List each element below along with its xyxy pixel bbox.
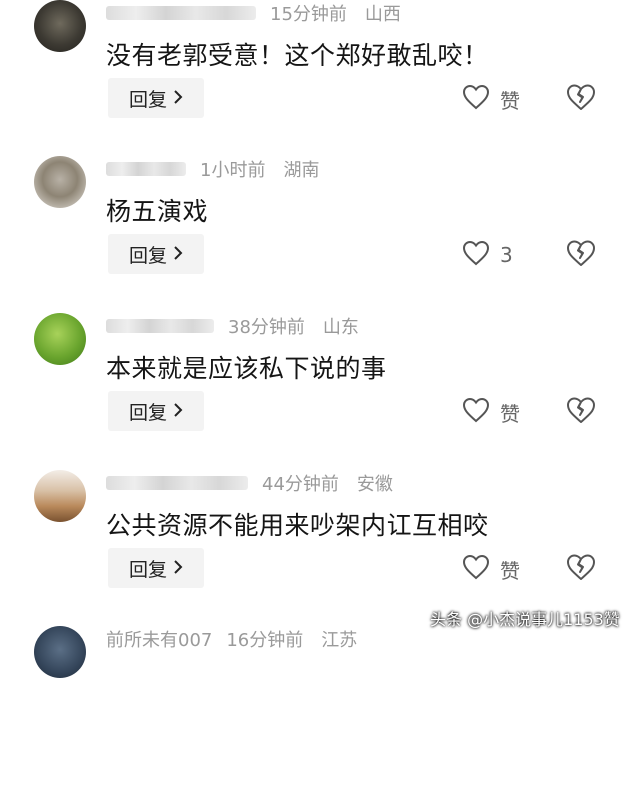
- comment-location: 山东: [322, 317, 359, 338]
- chevron-right-icon: [173, 559, 183, 578]
- username-blurred[interactable]: [106, 319, 214, 333]
- comment-item: 1小时前 湖南 杨五演戏 回复 3: [0, 156, 636, 326]
- like-label: 赞: [500, 88, 520, 113]
- avatar[interactable]: [34, 0, 86, 52]
- username-blurred[interactable]: [106, 476, 248, 490]
- comment-meta: 前所未有007 16分钟前 江苏: [106, 626, 357, 652]
- comment-time: 15分钟前: [270, 4, 347, 25]
- chevron-right-icon: [173, 245, 183, 264]
- broken-heart-icon[interactable]: [566, 553, 598, 585]
- avatar[interactable]: [34, 470, 86, 522]
- username-blurred[interactable]: [106, 162, 186, 176]
- reply-button[interactable]: 回复: [108, 78, 204, 118]
- avatar[interactable]: [34, 156, 86, 208]
- reply-button[interactable]: 回复: [108, 391, 204, 431]
- heart-icon: [462, 397, 490, 427]
- reply-button[interactable]: 回复: [108, 234, 204, 274]
- comment-text: 杨五演戏: [106, 197, 209, 226]
- comment-time: 44分钟前: [262, 474, 339, 495]
- comment-meta: 1小时前 湖南: [106, 156, 319, 182]
- comment-meta: 15分钟前 山西: [106, 0, 401, 26]
- comment-time: 16分钟前: [226, 630, 304, 651]
- like-button[interactable]: 赞: [462, 552, 520, 586]
- like-button[interactable]: 赞: [462, 395, 520, 429]
- comment-time: 38分钟前: [228, 317, 305, 338]
- reply-label: 回复: [128, 88, 167, 111]
- comment-text: 没有老郭受意！这个郑好敢乱咬！: [106, 41, 489, 70]
- comment-item: 前所未有007 16分钟前 江苏: [0, 626, 636, 796]
- reply-label: 回复: [128, 244, 167, 267]
- broken-heart-icon[interactable]: [566, 239, 598, 271]
- comment-username[interactable]: 前所未有007: [106, 626, 212, 652]
- comment-text: 本来就是应该私下说的事: [106, 354, 387, 383]
- heart-icon: [462, 240, 490, 270]
- comment-meta: 44分钟前 安徽: [106, 470, 393, 496]
- comment-location: 湖南: [283, 160, 320, 181]
- comment-meta: 38分钟前 山东: [106, 313, 359, 339]
- like-label: 赞: [500, 401, 520, 426]
- heart-icon: [462, 84, 490, 114]
- chevron-right-icon: [173, 89, 183, 108]
- chevron-right-icon: [173, 402, 183, 421]
- comment-location: 山西: [364, 4, 401, 25]
- username-blurred[interactable]: [106, 6, 256, 20]
- comment-time: 1小时前: [200, 160, 266, 181]
- reply-label: 回复: [128, 558, 167, 581]
- comment-location: 安徽: [356, 474, 393, 495]
- like-count: 3: [500, 243, 513, 267]
- like-label: 赞: [500, 558, 520, 583]
- reply-label: 回复: [128, 401, 167, 424]
- heart-icon: [462, 554, 490, 584]
- like-button[interactable]: 3: [462, 238, 513, 272]
- broken-heart-icon[interactable]: [566, 83, 598, 115]
- avatar[interactable]: [34, 626, 86, 678]
- watermark: 头条 @小杰说事儿1153赞: [430, 610, 620, 629]
- reply-button[interactable]: 回复: [108, 548, 204, 588]
- comment-item: 38分钟前 山东 本来就是应该私下说的事 回复 赞: [0, 313, 636, 483]
- broken-heart-icon[interactable]: [566, 396, 598, 428]
- avatar[interactable]: [34, 313, 86, 365]
- comment-text: 公共资源不能用来吵架内讧互相咬: [106, 511, 489, 540]
- like-button[interactable]: 赞: [462, 82, 520, 116]
- comment-item: 15分钟前 山西 没有老郭受意！这个郑好敢乱咬！ 回复 赞: [0, 0, 636, 170]
- comment-location: 江苏: [321, 630, 358, 651]
